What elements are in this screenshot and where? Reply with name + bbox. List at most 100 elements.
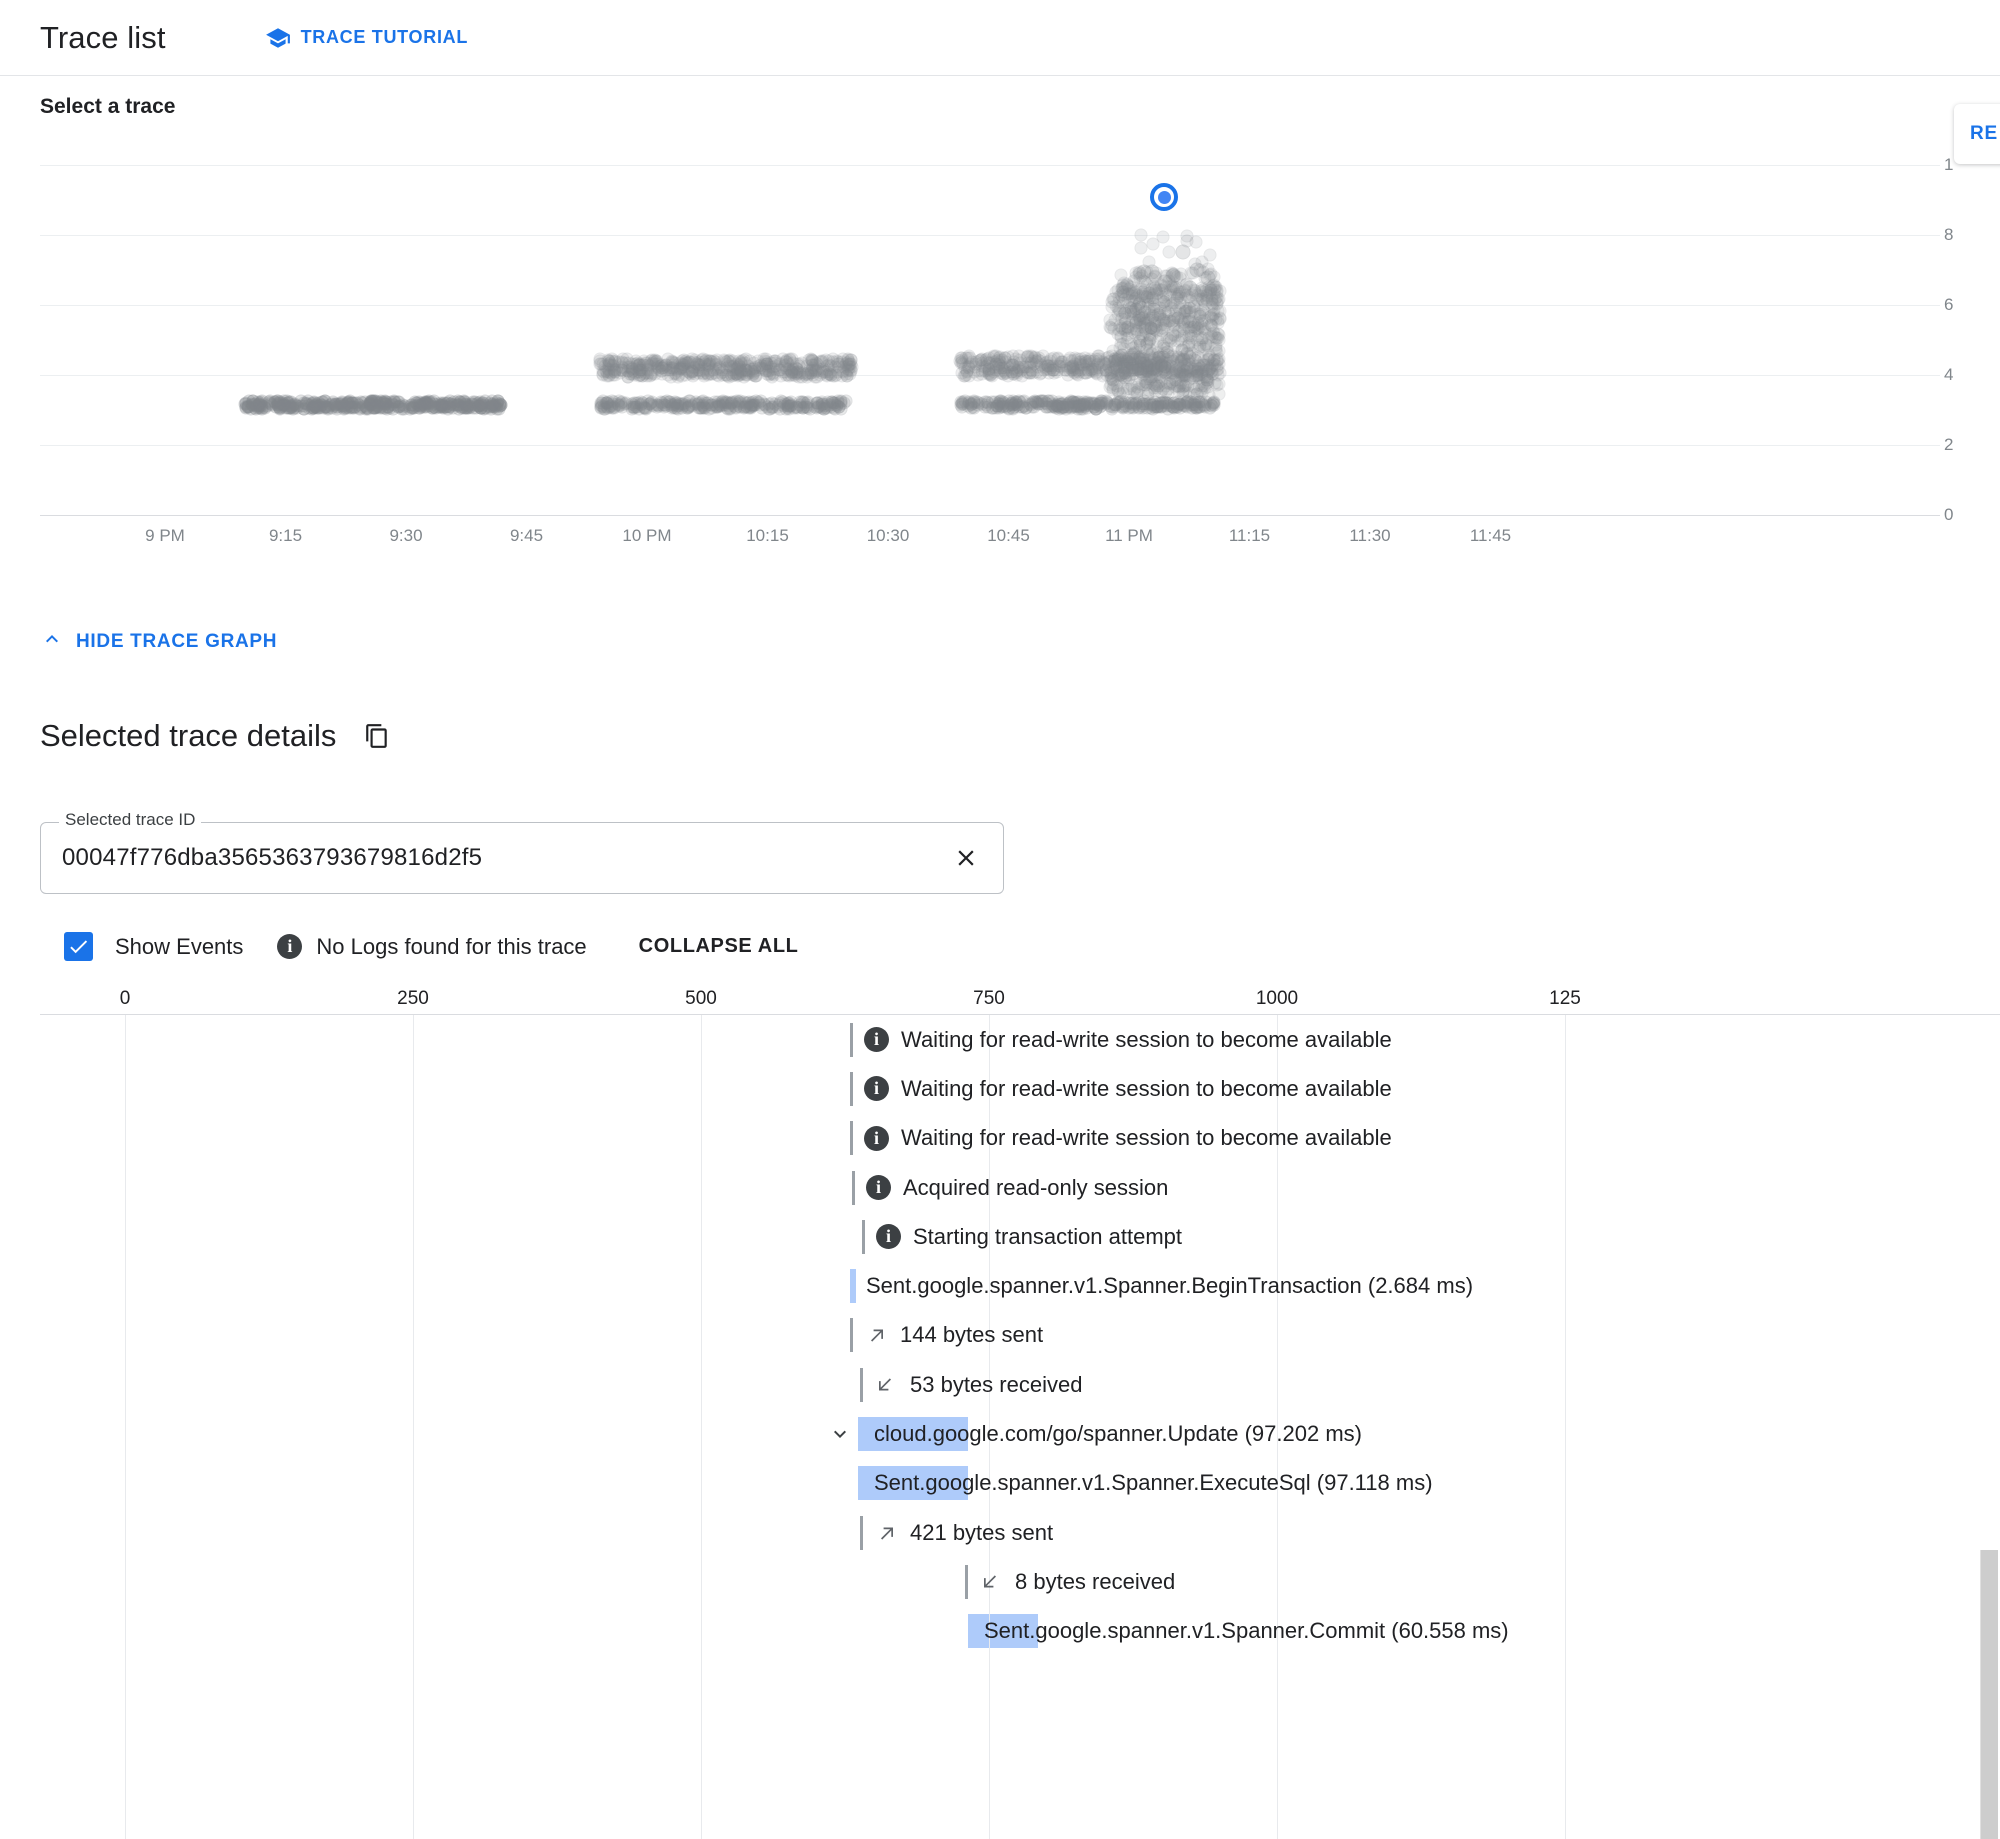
chart-data-point[interactable] (627, 396, 641, 410)
selected-trace-point[interactable] (1150, 183, 1178, 211)
chart-data-point[interactable] (1182, 280, 1198, 296)
chart-data-point[interactable] (1204, 283, 1218, 297)
chart-data-point[interactable] (1153, 350, 1167, 364)
waterfall-row[interactable]: Sent.google.spanner.v1.Spanner.ExecuteSq… (40, 1459, 2000, 1508)
collapse-all-button[interactable]: COLLAPSE ALL (639, 935, 799, 958)
chart-data-point[interactable] (1146, 237, 1160, 251)
waterfall-row[interactable]: 53 bytes received (40, 1360, 2000, 1409)
chart-data-point[interactable] (961, 399, 975, 413)
chart-data-point[interactable] (1093, 400, 1107, 414)
chart-data-point[interactable] (844, 353, 857, 367)
chart-data-point[interactable] (1131, 362, 1145, 376)
trace-scatter-chart[interactable]: 1 8 6 4 2 0 9 PM 9:15 9:30 9:45 10 PM 10:15 10:30 10:… (0, 155, 2000, 560)
chart-data-point[interactable] (1128, 386, 1141, 400)
chart-data-point[interactable] (1134, 241, 1148, 255)
chart-data-point[interactable] (1064, 400, 1078, 414)
chart-data-point[interactable] (776, 352, 790, 366)
chart-data-point[interactable] (1165, 375, 1179, 389)
chart-data-point[interactable] (1120, 277, 1134, 291)
waterfall-row[interactable]: i Acquired read-only session (40, 1163, 2000, 1212)
chart-data-point[interactable] (485, 394, 499, 408)
chart-data-point[interactable] (405, 398, 419, 412)
waterfall-rows[interactable]: i Waiting for read-write session to becom… (40, 1015, 2000, 1656)
chart-data-point[interactable] (1150, 381, 1164, 395)
chart-data-point[interactable] (1005, 358, 1019, 372)
chart-data-point[interactable] (1035, 394, 1049, 408)
chart-data-point[interactable] (1117, 304, 1131, 318)
waterfall-row[interactable]: i Waiting for read-write session to becom… (40, 1015, 2000, 1064)
chart-data-point[interactable] (974, 353, 988, 367)
waterfall-row[interactable]: 144 bytes sent (40, 1311, 2000, 1360)
chart-data-point[interactable] (242, 400, 256, 414)
copy-icon[interactable] (364, 723, 390, 749)
chart-data-point[interactable] (1068, 351, 1082, 365)
chart-data-point[interactable] (1104, 372, 1118, 386)
waterfall-row[interactable]: 8 bytes received (40, 1557, 2000, 1606)
chart-data-point[interactable] (1202, 348, 1216, 362)
chart-data-point[interactable] (1144, 321, 1158, 335)
chart-plot-area[interactable]: 1 8 6 4 2 0 9 PM 9:15 9:30 9:45 10 PM 10:15 10:30 10:… (40, 155, 1953, 545)
waterfall-row[interactable]: 421 bytes sent (40, 1508, 2000, 1557)
chart-data-point[interactable] (1203, 248, 1217, 262)
waterfall-row[interactable]: i Waiting for read-write session to becom… (40, 1114, 2000, 1163)
chart-data-point[interactable] (641, 358, 655, 372)
chart-data-point[interactable] (1116, 366, 1130, 380)
chart-data-point[interactable] (1201, 375, 1215, 389)
chart-data-point[interactable] (993, 350, 1007, 364)
chart-data-point[interactable] (625, 361, 639, 375)
chart-data-point[interactable] (650, 398, 664, 412)
chart-data-point[interactable] (1187, 380, 1201, 394)
chevron-down-icon[interactable] (828, 1422, 852, 1446)
chart-data-point[interactable] (823, 365, 837, 379)
chart-data-point[interactable] (1134, 228, 1148, 242)
chart-data-point[interactable] (1157, 274, 1173, 290)
waterfall-row[interactable]: Sent.google.spanner.v1.Spanner.BeginTran… (40, 1261, 2000, 1310)
chart-data-point[interactable] (1182, 336, 1196, 350)
chart-data-point[interactable] (311, 401, 325, 415)
chart-data-point[interactable] (1205, 319, 1219, 333)
waterfall-row[interactable]: i Starting transaction attempt (40, 1212, 2000, 1261)
chart-data-point[interactable] (1158, 363, 1172, 377)
waterfall-row[interactable]: Sent.google.spanner.v1.Spanner.Commit (6… (40, 1607, 2000, 1656)
chart-data-point[interactable] (712, 397, 726, 411)
chart-data-point[interactable] (1028, 350, 1042, 364)
chart-data-point[interactable] (605, 352, 619, 366)
chart-data-point[interactable] (1107, 400, 1121, 414)
trace-waterfall[interactable]: 0 250 500 750 1000 125 i Waiting for read-writ… (40, 975, 2000, 1839)
chart-data-point[interactable] (353, 402, 367, 416)
chart-data-point[interactable] (1162, 245, 1176, 259)
chart-data-point[interactable] (1124, 350, 1138, 364)
chart-data-point[interactable] (695, 353, 709, 367)
trace-tutorial-link[interactable]: TRACE TUTORIAL (265, 25, 468, 51)
chart-data-point[interactable] (1041, 362, 1055, 376)
chart-data-point[interactable] (1134, 289, 1148, 303)
selected-trace-id-field[interactable]: Selected trace ID 00047f776dba3565363793… (40, 810, 1004, 894)
vertical-scrollbar[interactable] (1980, 1550, 1998, 1839)
chart-data-point[interactable] (1193, 400, 1207, 414)
close-icon[interactable] (953, 845, 979, 871)
chart-data-point[interactable] (996, 400, 1010, 414)
chart-data-point[interactable] (340, 397, 354, 411)
chart-data-point[interactable] (797, 400, 811, 414)
chart-data-point[interactable] (766, 400, 780, 414)
chart-data-point[interactable] (1015, 400, 1029, 414)
chart-data-point[interactable] (759, 364, 773, 378)
chart-data-point[interactable] (1167, 318, 1181, 332)
chart-data-point[interactable] (1200, 270, 1216, 286)
chart-data-point[interactable] (1112, 349, 1126, 363)
waterfall-row[interactable]: cloud.google.com/go/spanner.Update (97.2… (40, 1409, 2000, 1458)
chart-data-point[interactable] (678, 396, 692, 410)
chart-data-point[interactable] (724, 359, 738, 373)
chart-data-point[interactable] (1115, 321, 1129, 335)
chart-data-point[interactable] (1183, 349, 1197, 363)
chart-data-point[interactable] (696, 366, 710, 380)
chart-data-point[interactable] (666, 358, 680, 372)
chart-data-point[interactable] (978, 400, 992, 414)
chart-data-point[interactable] (1052, 400, 1066, 414)
chart-data-point[interactable] (1144, 264, 1160, 280)
chart-data-point[interactable] (285, 400, 299, 414)
chart-data-point[interactable] (778, 365, 792, 379)
chart-data-point[interactable] (692, 401, 706, 415)
chart-data-point[interactable] (967, 365, 981, 379)
waterfall-row[interactable]: i Waiting for read-write session to becom… (40, 1064, 2000, 1113)
